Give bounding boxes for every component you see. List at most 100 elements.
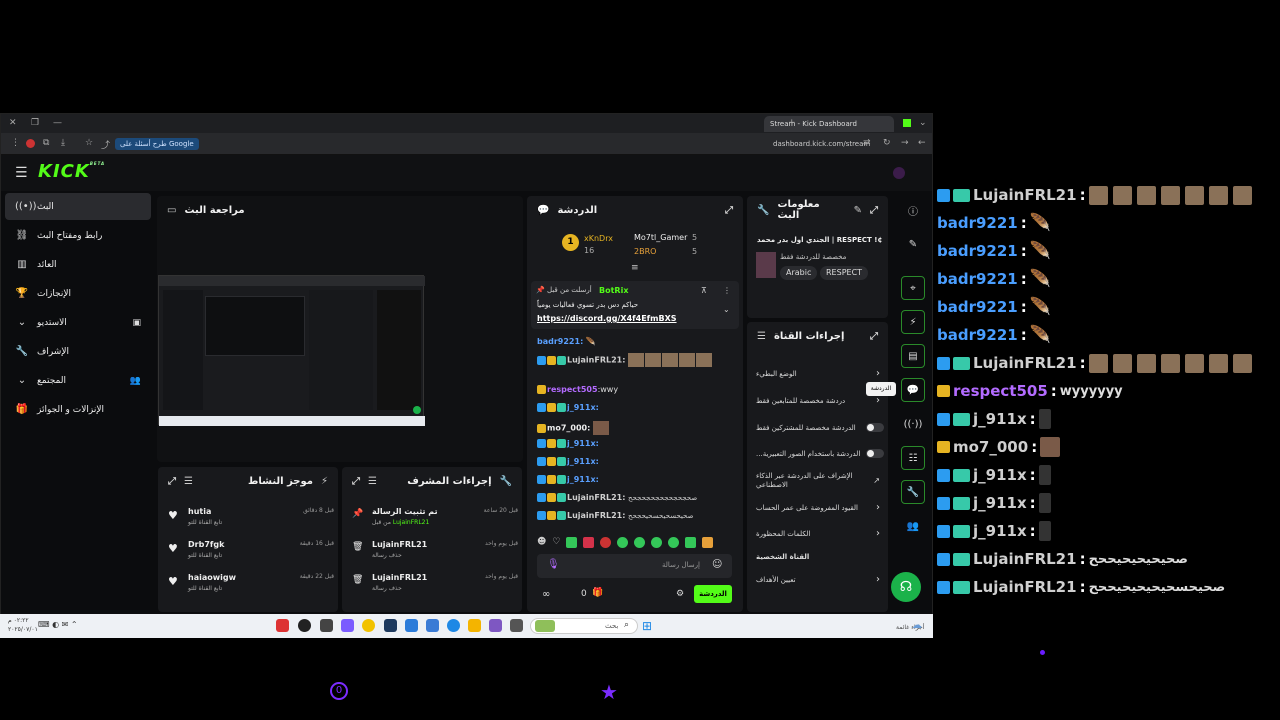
- profile-icon[interactable]: [26, 139, 35, 148]
- broadcast-icon[interactable]: ((·)): [901, 412, 925, 436]
- emoji-icon[interactable]: ☺: [712, 559, 722, 570]
- sidebar-item-revenue[interactable]: ▥ العائد: [5, 251, 151, 278]
- chrome-icon[interactable]: [362, 619, 375, 632]
- browser-tab[interactable]: Stream - Kick Dashboard: [764, 116, 894, 132]
- emote-icon[interactable]: [668, 536, 680, 548]
- stack-icon[interactable]: ☷: [901, 446, 925, 470]
- collapse-icon[interactable]: ≡: [631, 263, 639, 273]
- gift-icon[interactable]: 🎁: [592, 588, 603, 598]
- expand-icon[interactable]: ⤢: [168, 476, 176, 487]
- share-icon[interactable]: ⤴: [101, 138, 110, 151]
- taskbar-app-icon[interactable]: [405, 619, 418, 632]
- setting-banned-words[interactable]: الكلمات المحظورة ›: [756, 528, 884, 539]
- tag-chip[interactable]: RESPECT: [820, 266, 869, 280]
- popout-icon[interactable]: ⤢: [870, 205, 878, 216]
- download-icon[interactable]: ⤓: [61, 138, 65, 148]
- setting-slow-mode[interactable]: الوضع البطيء ›: [756, 368, 884, 379]
- emote-icon[interactable]: [634, 536, 646, 548]
- filter-icon[interactable]: ☰: [368, 476, 377, 487]
- unpin-icon[interactable]: ⊼: [701, 286, 707, 295]
- users-icon[interactable]: 👥: [901, 514, 925, 538]
- subscribers-only-toggle[interactable]: [866, 423, 884, 432]
- popout-icon[interactable]: ⤢: [870, 331, 878, 342]
- bookmark-star-icon[interactable]: ☆: [85, 138, 93, 148]
- taskbar-search[interactable]: بحث ⌕: [530, 618, 638, 634]
- emote-icon[interactable]: [651, 536, 663, 548]
- wrench-icon[interactable]: 🔧: [901, 480, 925, 504]
- sidebar-item-moderation[interactable]: 🔧 الإشراف: [5, 338, 151, 365]
- emote-icon[interactable]: ♡: [552, 537, 560, 547]
- setting-ai-moderation[interactable]: الإشراف على الدردشة عبر الذكاء الاصطناعي…: [756, 472, 880, 490]
- info-icon[interactable]: ⓘ: [901, 198, 925, 222]
- expand-icon[interactable]: ⤢: [352, 476, 360, 487]
- taskbar-app-icon[interactable]: [489, 619, 502, 632]
- bolt-icon[interactable]: ⚡: [901, 310, 925, 334]
- taskbar-app-icon[interactable]: [384, 619, 397, 632]
- emote-icon[interactable]: [685, 536, 697, 548]
- folder-icon[interactable]: [468, 619, 481, 632]
- reload-icon[interactable]: ↻: [883, 138, 891, 148]
- stream-preview-image[interactable]: [158, 275, 425, 426]
- close-window-icon[interactable]: ✕: [9, 118, 17, 128]
- extensions-icon[interactable]: ⧉: [43, 138, 49, 148]
- emote-icon[interactable]: [617, 536, 629, 548]
- emote-icon[interactable]: [583, 536, 595, 548]
- filter-icon[interactable]: ☰: [184, 476, 193, 487]
- setting-followers-only[interactable]: دردشة مخصصة للمتابعين فقط ›: [756, 395, 884, 406]
- send-chat-button[interactable]: الدردشة: [694, 585, 732, 603]
- sidebar-item-stream[interactable]: ((•)) البث: [5, 193, 151, 220]
- popout-icon[interactable]: ⤢: [725, 205, 733, 216]
- edit-icon[interactable]: ✎: [854, 205, 862, 216]
- settings-gear-icon[interactable]: ⚙: [676, 589, 684, 599]
- tray-icons[interactable]: ⌨ ◐ ✉ ⌃: [38, 620, 78, 629]
- new-tab-icon[interactable]: +: [788, 118, 796, 128]
- taskbar-app-icon[interactable]: [510, 619, 523, 632]
- taskbar-app-icon[interactable]: [320, 619, 333, 632]
- sidebar-item-drops[interactable]: 🎁 الإنزالات و الجوائز: [5, 396, 151, 423]
- pencil-icon[interactable]: ✎: [901, 232, 925, 256]
- sidebar-item-achievements[interactable]: 🏆 الإنجازات: [5, 280, 151, 307]
- emote-icon[interactable]: [702, 536, 714, 548]
- google-ask-chip[interactable]: طرح أسئلة على Google: [115, 138, 199, 150]
- minimize-icon[interactable]: —: [53, 118, 62, 128]
- chevron-down-icon[interactable]: ⌄: [723, 305, 730, 314]
- taskbar-app-icon[interactable]: [341, 619, 354, 632]
- windows-start-icon[interactable]: ⊞: [642, 619, 652, 633]
- url-text[interactable]: dashboard.kick.com/stream: [773, 140, 870, 148]
- taskbar-app-icon[interactable]: [276, 619, 289, 632]
- document-icon[interactable]: ▤: [901, 344, 925, 368]
- mic-icon[interactable]: 🎙: [547, 559, 560, 570]
- edge-icon[interactable]: [447, 619, 460, 632]
- more-icon[interactable]: ⋮: [723, 286, 731, 295]
- hamburger-icon[interactable]: ☰: [15, 165, 28, 181]
- tag-chip[interactable]: Arabic: [780, 266, 818, 280]
- emote-icon[interactable]: [600, 536, 612, 548]
- user-avatar[interactable]: [893, 167, 905, 179]
- chat-bubble-icon[interactable]: 💬: [901, 378, 925, 402]
- sidebar-item-stream-key[interactable]: ⛓ رابط ومفتاح البث: [5, 222, 151, 249]
- kick-logo[interactable]: KICKBETA: [38, 161, 105, 182]
- restore-icon[interactable]: ❐: [31, 118, 39, 128]
- sidebar-item-studio[interactable]: ⌄ الاستديو ▣: [5, 309, 151, 336]
- taskbar-app-icon[interactable]: [426, 619, 439, 632]
- site-settings-icon[interactable]: ⇄: [863, 138, 871, 148]
- emote-only-toggle[interactable]: [866, 449, 884, 458]
- taskbar-app-icon[interactable]: [298, 619, 311, 632]
- emote-icon[interactable]: [566, 536, 578, 548]
- setting-account-age[interactable]: القيود المفروضة على عمر الحساب ›: [756, 502, 884, 513]
- gifter-name[interactable]: Mo7tl_Gamer: [634, 233, 687, 242]
- setting-emote-only[interactable]: ...الدردشة باستخدام الصور التعبيرية: [756, 449, 884, 458]
- setting-subscribers-only[interactable]: الدردشة مخصصة للمشتركين فقط: [756, 423, 884, 432]
- gifter-name[interactable]: 2BRO: [634, 247, 656, 256]
- discord-link[interactable]: https://discord.gg/X4f4EfmBXS: [537, 314, 677, 323]
- tab-dropdown-icon[interactable]: ⌄: [919, 118, 927, 128]
- back-icon[interactable]: ←: [918, 138, 926, 148]
- menu-dots-icon[interactable]: ⋮: [11, 138, 20, 148]
- headset-support-icon[interactable]: ☊: [891, 572, 921, 602]
- chat-input[interactable]: 🎙 إرسال رسالة ☺: [537, 554, 732, 578]
- setting-goals[interactable]: تعيين الأهداف ›: [756, 574, 884, 585]
- gifter-name[interactable]: xKnDrx: [584, 234, 613, 243]
- emote-icon[interactable]: ☻: [537, 537, 546, 547]
- capture-icon[interactable]: ⌖: [901, 276, 925, 300]
- forward-icon[interactable]: →: [901, 138, 909, 148]
